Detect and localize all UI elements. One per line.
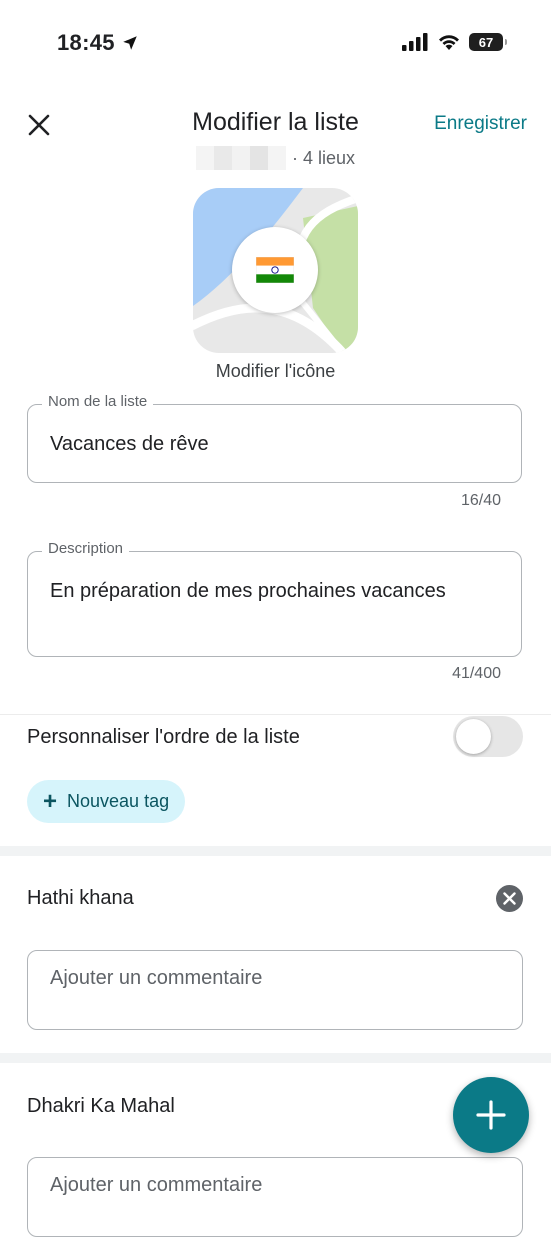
description-value[interactable]: En préparation de mes prochaines vacance…	[50, 580, 446, 603]
list-name-counter: 16/40	[460, 492, 501, 509]
plus-icon	[476, 1100, 506, 1130]
status-time: 18:45	[57, 30, 139, 56]
save-button[interactable]: Enregistrer	[434, 113, 527, 135]
status-time-text: 18:45	[57, 30, 115, 55]
signal-icon	[402, 33, 428, 51]
india-flag-icon	[256, 257, 294, 283]
custom-order-toggle[interactable]	[453, 716, 523, 757]
wifi-icon	[439, 35, 459, 50]
description-counter: 41/400	[452, 665, 501, 682]
comment-placeholder: Ajouter un commentaire	[50, 967, 263, 989]
battery-level: 67	[478, 34, 494, 50]
remove-place-button[interactable]	[496, 885, 523, 912]
add-place-button[interactable]	[453, 1077, 529, 1153]
divider	[0, 714, 551, 715]
status-icons: 67	[402, 33, 507, 51]
list-name-field[interactable]: Nom de la liste Vacances de rêve	[27, 393, 522, 483]
section-separator	[0, 846, 551, 856]
list-subtitle: · 4 lieux	[0, 146, 551, 170]
place-count: · 4 lieux	[291, 147, 356, 168]
place-name: Dhakri Ka Mahal	[27, 1095, 175, 1117]
owner-name-redacted	[195, 146, 286, 170]
place-name: Hathi khana	[27, 887, 134, 909]
new-tag-label: Nouveau tag	[67, 791, 170, 811]
new-tag-button[interactable]: + Nouveau tag	[27, 780, 186, 823]
flag-icon[interactable]: 🇮🇳	[232, 227, 318, 313]
list-name-value[interactable]: Vacances de rêve	[50, 433, 209, 456]
toggle-knob	[456, 719, 491, 754]
plus-icon: +	[43, 787, 58, 815]
close-icon	[503, 892, 516, 905]
battery-icon: 67	[469, 33, 507, 51]
location-arrow-icon	[123, 36, 137, 50]
custom-order-label: Personnaliser l'ordre de la liste	[27, 726, 300, 748]
list-name-label: Nom de la liste	[42, 393, 154, 410]
description-label: Description	[42, 540, 130, 557]
comment-input[interactable]: Ajouter un commentaire	[27, 1157, 523, 1237]
edit-icon-link[interactable]: Modifier l'icône	[0, 361, 551, 382]
description-field[interactable]: Description En préparation de mes procha…	[27, 540, 522, 657]
section-separator	[0, 1053, 551, 1063]
comment-input[interactable]: Ajouter un commentaire	[27, 950, 523, 1030]
comment-placeholder: Ajouter un commentaire	[50, 1174, 263, 1196]
